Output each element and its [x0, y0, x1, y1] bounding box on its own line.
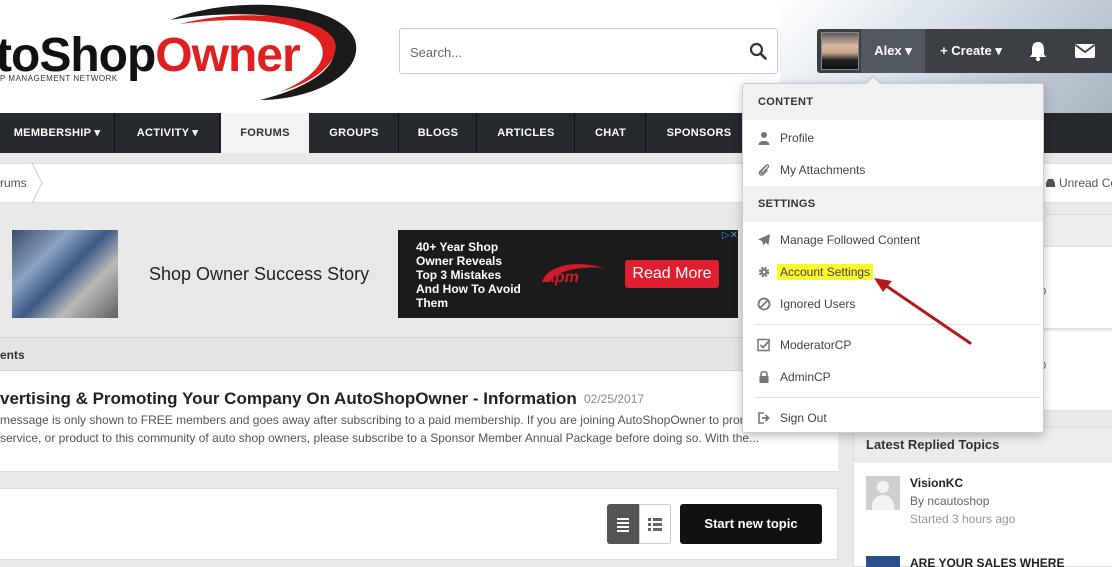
menu-item-label: Sign Out: [780, 411, 827, 425]
block-icon: [757, 297, 771, 311]
nav-forums[interactable]: FORUMS: [221, 113, 309, 153]
topic-title[interactable]: VisionKC: [910, 476, 963, 490]
dropdown-caret-fill: [865, 77, 881, 85]
ad-headline: Shop Owner Success Story: [149, 264, 370, 284]
announcement-title[interactable]: vertising & Promoting Your Company On Au…: [0, 389, 577, 409]
topic-title[interactable]: ARE YOUR SALES WHERE: [910, 556, 1064, 567]
menu-item-attachments[interactable]: My Attachments: [743, 155, 1043, 185]
list-view-icon: [617, 518, 629, 532]
bell-icon[interactable]: [1027, 40, 1049, 62]
dropdown-divider: [755, 397, 1041, 398]
nav-membership[interactable]: MEMBERSHIP ▾: [0, 113, 115, 153]
logo-text-owner: Owner: [155, 29, 300, 82]
nav-sponsors[interactable]: SPONSORS: [647, 113, 751, 153]
grid-view-button[interactable]: [639, 504, 671, 544]
list-item[interactable]: ARE YOUR SALES WHERE: [866, 556, 1106, 567]
lock-icon: [759, 370, 769, 383]
ad-copy: 40+ Year Shop Owner Reveals Top 3 Mistak…: [416, 240, 521, 310]
nav-chat[interactable]: CHAT: [576, 113, 646, 153]
list-item[interactable]: VisionKC By ncautoshop Started 3 hours a…: [866, 476, 1106, 536]
user-menu-button[interactable]: Alex ▾: [861, 29, 925, 73]
dropdown-section-settings: SETTINGS: [743, 186, 1043, 222]
paper-plane-icon: [758, 234, 770, 246]
user-bar: Alex ▾ + Create ▾: [817, 29, 1112, 73]
start-new-topic-button[interactable]: Start new topic: [680, 504, 822, 544]
ad-read-more-button[interactable]: Read More: [625, 260, 719, 288]
menu-item-label: Ignored Users: [780, 297, 856, 311]
topic-avatar: [866, 476, 900, 510]
breadcrumb-forums[interactable]: rums: [0, 176, 27, 190]
topic-author: By ncautoshop: [910, 494, 990, 508]
unread-content-link[interactable]: Unread Co: [1045, 176, 1112, 190]
breadcrumb-separator-icon: [31, 163, 43, 203]
ad-mechanic-image: [12, 230, 118, 318]
announcements-header: ents: [0, 337, 838, 371]
user-dropdown-menu: CONTENT Profile My Attachments SETTINGS …: [742, 83, 1044, 433]
site-logo[interactable]: toShopOwner P MANAGEMENT NETWORK: [0, 0, 370, 113]
announcement-date: 02/25/2017: [584, 392, 645, 406]
search-box: [399, 28, 778, 74]
sign-out-icon: [758, 412, 770, 424]
nav-articles[interactable]: ARTICLES: [478, 113, 575, 153]
unread-icon: [1046, 179, 1055, 187]
list-view-button[interactable]: [607, 504, 639, 544]
mail-icon[interactable]: [1074, 42, 1096, 60]
adchoices-icon[interactable]: ▷✕: [707, 230, 738, 244]
search-icon[interactable]: [749, 42, 767, 60]
user-icon: [758, 132, 770, 145]
logo-tagline: P MANAGEMENT NETWORK: [0, 74, 118, 83]
checkbox-icon: [757, 338, 771, 352]
announcement-excerpt: message is only shown to FREE members an…: [0, 413, 782, 445]
ad-promo-panel: 40+ Year Shop Owner Reveals Top 3 Mistak…: [398, 230, 738, 318]
menu-item-label: Account Settings: [777, 264, 874, 280]
nav-groups[interactable]: GROUPS: [310, 113, 399, 153]
topic-toolbar: Start new topic: [0, 488, 838, 560]
ad-brand-logo: apm: [542, 264, 604, 286]
topic-avatar: [866, 556, 900, 567]
menu-item-admincp[interactable]: AdminCP: [743, 362, 1043, 392]
menu-item-label: Manage Followed Content: [780, 233, 921, 247]
gear-icon: [758, 266, 770, 278]
ad-banner[interactable]: Shop Owner Success Story 40+ Year Shop O…: [12, 230, 738, 318]
nav-activity[interactable]: ACTIVITY ▾: [116, 113, 220, 153]
search-input[interactable]: [410, 41, 730, 63]
menu-item-sign-out[interactable]: Sign Out: [743, 403, 1043, 433]
grid-view-icon: [648, 518, 662, 531]
menu-item-label: AdminCP: [780, 370, 831, 384]
avatar[interactable]: [821, 32, 859, 70]
menu-item-label: ModeratorCP: [780, 338, 852, 352]
annotation-arrow-icon: [874, 278, 972, 345]
create-button[interactable]: + Create ▾: [927, 29, 1015, 73]
menu-item-followed-content[interactable]: Manage Followed Content: [743, 225, 1043, 255]
ad-brand-logo-text: apm: [546, 269, 579, 286]
unread-label: Unread Co: [1059, 176, 1112, 190]
paperclip-icon: [758, 164, 770, 176]
menu-item-label: Profile: [780, 131, 815, 145]
menu-item-label: My Attachments: [780, 163, 866, 177]
nav-blogs[interactable]: BLOGS: [400, 113, 477, 153]
latest-replied-header: Latest Replied Topics: [854, 428, 1112, 462]
dropdown-section-content: CONTENT: [743, 84, 1043, 120]
announcements-header-label: ents: [0, 348, 25, 362]
menu-item-profile[interactable]: Profile: [743, 123, 1043, 153]
announcement-item: vertising & Promoting Your Company On Au…: [0, 371, 838, 472]
topic-time: Started 3 hours ago: [910, 512, 1016, 526]
